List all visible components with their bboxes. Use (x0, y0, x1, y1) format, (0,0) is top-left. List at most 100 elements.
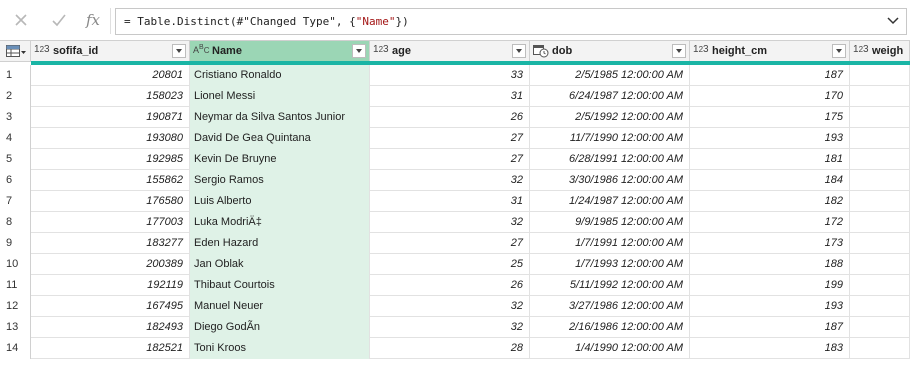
cell-name[interactable]: Kevin De Bruyne (190, 149, 370, 170)
table-row[interactable]: 14 182521 Toni Kroos 28 1/4/1990 12:00:00 AM… (0, 338, 910, 359)
row-number[interactable]: 1 (0, 65, 31, 86)
cell-sofifa_id[interactable]: 177003 (31, 212, 190, 233)
cell-sofifa_id[interactable]: 190871 (31, 107, 190, 128)
table-row[interactable]: 12 167495 Manuel Neuer 32 3/27/1986 12:00:00… (0, 296, 910, 317)
cell-dob[interactable]: 3/27/1986 12:00:00 AM (530, 296, 690, 317)
cell-name[interactable]: Thibaut Courtois (190, 275, 370, 296)
number-type-icon[interactable]: 123 (373, 44, 389, 58)
table-row[interactable]: 9 183277 Eden Hazard 27 1/7/1991 12:00:00 AM… (0, 233, 910, 254)
cell-name[interactable]: Toni Kroos (190, 338, 370, 359)
cell-sofifa_id[interactable]: 200389 (31, 254, 190, 275)
formula-input[interactable]: = Table.Distinct(#"Changed Type", {"Name… (115, 8, 907, 35)
text-type-icon[interactable]: ABC (193, 44, 209, 58)
cell-weight[interactable] (850, 254, 910, 275)
number-type-icon[interactable]: 123 (853, 44, 869, 58)
cell-sofifa_id[interactable]: 158023 (31, 86, 190, 107)
cell-dob[interactable]: 1/7/1993 12:00:00 AM (530, 254, 690, 275)
cell-dob[interactable]: 3/30/1986 12:00:00 AM (530, 170, 690, 191)
cell-weight[interactable] (850, 317, 910, 338)
cell-dob[interactable]: 5/11/1992 12:00:00 AM (530, 275, 690, 296)
cell-age[interactable]: 27 (370, 128, 530, 149)
cell-age[interactable]: 26 (370, 275, 530, 296)
cell-weight[interactable] (850, 212, 910, 233)
column-header-sofifa_id[interactable]: 123 sofifa_id (31, 41, 190, 62)
cell-weight[interactable] (850, 128, 910, 149)
row-number[interactable]: 10 (0, 254, 31, 275)
cell-height_cm[interactable]: 182 (690, 191, 850, 212)
cell-name[interactable]: Sergio Ramos (190, 170, 370, 191)
cell-age[interactable]: 32 (370, 212, 530, 233)
table-row[interactable]: 8 177003 Luka ModriÄ‡ 32 9/9/1985 12:00:00 A… (0, 212, 910, 233)
cell-height_cm[interactable]: 173 (690, 233, 850, 254)
cell-dob[interactable]: 9/9/1985 12:00:00 AM (530, 212, 690, 233)
cell-weight[interactable] (850, 86, 910, 107)
cell-sofifa_id[interactable]: 182521 (31, 338, 190, 359)
cell-dob[interactable]: 1/24/1987 12:00:00 AM (530, 191, 690, 212)
column-filter-dropdown[interactable] (832, 44, 846, 58)
cell-sofifa_id[interactable]: 176580 (31, 191, 190, 212)
table-row[interactable]: 7 176580 Luis Alberto 31 1/24/1987 12:00:00 … (0, 191, 910, 212)
row-number[interactable]: 7 (0, 191, 31, 212)
table-row[interactable]: 2 158023 Lionel Messi 31 6/24/1987 12:00:00 … (0, 86, 910, 107)
cell-weight[interactable] (850, 296, 910, 317)
cell-name[interactable]: Jan Oblak (190, 254, 370, 275)
table-row[interactable]: 6 155862 Sergio Ramos 32 3/30/1986 12:00:00 … (0, 170, 910, 191)
column-filter-dropdown[interactable] (352, 44, 366, 58)
cell-sofifa_id[interactable]: 192985 (31, 149, 190, 170)
row-number[interactable]: 14 (0, 338, 31, 359)
column-header-height_cm[interactable]: 123 height_cm (690, 41, 850, 62)
row-number[interactable]: 13 (0, 317, 31, 338)
cell-age[interactable]: 25 (370, 254, 530, 275)
row-number[interactable]: 4 (0, 128, 31, 149)
cell-age[interactable]: 31 (370, 191, 530, 212)
cell-dob[interactable]: 2/16/1986 12:00:00 AM (530, 317, 690, 338)
row-number[interactable]: 8 (0, 212, 31, 233)
check-icon[interactable] (51, 10, 67, 30)
cell-height_cm[interactable]: 181 (690, 149, 850, 170)
fx-icon[interactable]: fx (84, 10, 102, 30)
table-menu-button[interactable] (0, 41, 31, 62)
cell-height_cm[interactable]: 184 (690, 170, 850, 191)
cell-age[interactable]: 32 (370, 296, 530, 317)
cell-weight[interactable] (850, 191, 910, 212)
column-header-weight[interactable]: 123 weigh (850, 41, 910, 62)
column-header-dob[interactable]: dob (530, 41, 690, 62)
cell-height_cm[interactable]: 193 (690, 296, 850, 317)
cell-weight[interactable] (850, 107, 910, 128)
cell-weight[interactable] (850, 275, 910, 296)
cell-age[interactable]: 28 (370, 338, 530, 359)
cell-weight[interactable] (850, 170, 910, 191)
cell-weight[interactable] (850, 65, 910, 86)
cell-height_cm[interactable]: 183 (690, 338, 850, 359)
cell-sofifa_id[interactable]: 20801 (31, 65, 190, 86)
cell-weight[interactable] (850, 338, 910, 359)
cell-sofifa_id[interactable]: 183277 (31, 233, 190, 254)
cell-height_cm[interactable]: 170 (690, 86, 850, 107)
cell-height_cm[interactable]: 172 (690, 212, 850, 233)
cell-dob[interactable]: 6/24/1987 12:00:00 AM (530, 86, 690, 107)
cell-sofifa_id[interactable]: 155862 (31, 170, 190, 191)
column-filter-dropdown[interactable] (172, 44, 186, 58)
cell-age[interactable]: 27 (370, 233, 530, 254)
cell-dob[interactable]: 6/28/1991 12:00:00 AM (530, 149, 690, 170)
number-type-icon[interactable]: 123 (34, 44, 50, 58)
cell-dob[interactable]: 1/7/1991 12:00:00 AM (530, 233, 690, 254)
cell-dob[interactable]: 2/5/1992 12:00:00 AM (530, 107, 690, 128)
cell-height_cm[interactable]: 187 (690, 317, 850, 338)
cell-weight[interactable] (850, 149, 910, 170)
cell-name[interactable]: Diego GodÃn (190, 317, 370, 338)
row-number[interactable]: 3 (0, 107, 31, 128)
table-row[interactable]: 1 20801 Cristiano Ronaldo 33 2/5/1985 12:00:… (0, 65, 910, 86)
row-number[interactable]: 12 (0, 296, 31, 317)
cell-name[interactable]: Lionel Messi (190, 86, 370, 107)
row-number[interactable]: 2 (0, 86, 31, 107)
cell-age[interactable]: 32 (370, 170, 530, 191)
column-filter-dropdown[interactable] (512, 44, 526, 58)
cell-name[interactable]: David De Gea Quintana (190, 128, 370, 149)
cell-sofifa_id[interactable]: 167495 (31, 296, 190, 317)
cell-sofifa_id[interactable]: 182493 (31, 317, 190, 338)
cell-dob[interactable]: 2/5/1985 12:00:00 AM (530, 65, 690, 86)
cell-sofifa_id[interactable]: 193080 (31, 128, 190, 149)
row-number[interactable]: 6 (0, 170, 31, 191)
cell-height_cm[interactable]: 175 (690, 107, 850, 128)
